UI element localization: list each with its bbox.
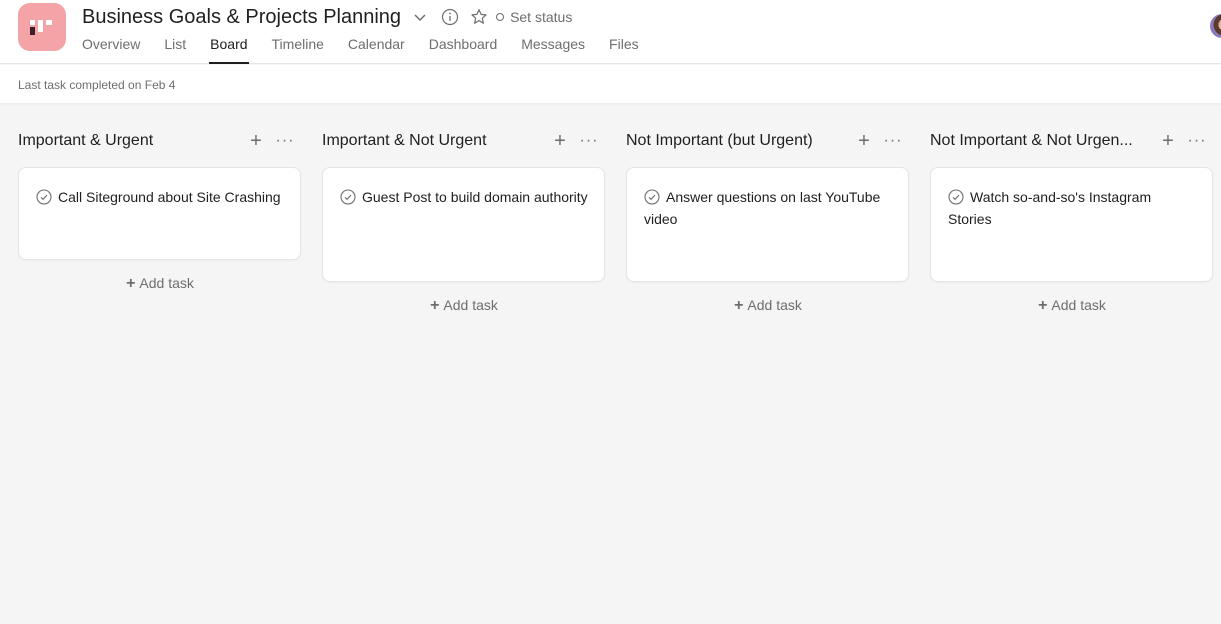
column-title[interactable]: Not Important & Not Urgen... [930, 132, 1133, 150]
task-name: Guest Post to build domain authority [362, 189, 588, 205]
add-task-label: Add task [443, 297, 498, 313]
add-task-button[interactable]: + Add task [626, 297, 910, 315]
more-options-icon[interactable]: ··· [1186, 129, 1208, 153]
task-name: Call Siteground about Site Crashing [58, 189, 281, 205]
add-task-button[interactable]: + Add task [930, 297, 1214, 315]
column-header: Important & Not Urgent + ··· [322, 129, 606, 153]
column-title[interactable]: Important & Urgent [18, 132, 153, 150]
user-avatar[interactable] [1210, 14, 1221, 38]
project-board-icon[interactable] [18, 3, 66, 51]
chevron-down-icon[interactable] [413, 10, 427, 24]
task-card[interactable]: Watch so-and-so's Instagram Stories [930, 167, 1213, 282]
more-options-icon[interactable]: ··· [882, 129, 904, 153]
tab-files[interactable]: Files [609, 36, 639, 64]
column-header: Not Important & Not Urgen... + ··· [930, 129, 1214, 153]
tab-board[interactable]: Board [209, 36, 249, 64]
plus-icon: + [126, 275, 136, 292]
star-icon[interactable] [470, 8, 488, 26]
tab-calendar[interactable]: Calendar [348, 36, 405, 64]
last-task-note: Last task completed on Feb 4 [18, 78, 176, 92]
add-icon[interactable]: + [550, 129, 570, 153]
add-icon[interactable]: + [1158, 129, 1178, 153]
task-card[interactable]: Call Siteground about Site Crashing [18, 167, 301, 260]
task-name: Answer questions on last YouTube video [644, 189, 881, 227]
set-status-label: Set status [510, 9, 573, 25]
add-task-button[interactable]: + Add task [322, 297, 606, 315]
status-dot-icon [496, 13, 505, 21]
more-options-icon[interactable]: ··· [274, 129, 296, 153]
tab-overview[interactable]: Overview [82, 36, 140, 64]
check-circle-icon[interactable] [36, 189, 52, 205]
add-task-button[interactable]: + Add task [18, 275, 302, 293]
tab-messages[interactable]: Messages [521, 36, 585, 64]
project-title: Business Goals & Projects Planning [82, 5, 402, 28]
column-title[interactable]: Important & Not Urgent [322, 132, 487, 150]
column-title[interactable]: Not Important (but Urgent) [626, 132, 813, 150]
add-icon[interactable]: + [854, 129, 874, 153]
add-task-label: Add task [139, 275, 194, 291]
board: Important & Urgent + ··· Call Siteground… [0, 107, 1221, 624]
tab-dashboard[interactable]: Dashboard [429, 36, 498, 64]
task-card[interactable]: Answer questions on last YouTube video [626, 167, 909, 282]
tab-list[interactable]: List [164, 36, 186, 64]
project-tabs: Overview List Board Timeline Calendar Da… [82, 36, 663, 64]
column-header: Important & Urgent + ··· [18, 129, 302, 153]
check-circle-icon[interactable] [948, 189, 964, 205]
add-icon[interactable]: + [246, 129, 266, 153]
task-card[interactable]: Guest Post to build domain authority [322, 167, 605, 282]
plus-icon: + [734, 297, 744, 314]
plus-icon: + [430, 297, 440, 314]
title-row: Business Goals & Projects Planning Set s… [82, 4, 572, 30]
check-circle-icon[interactable] [340, 189, 356, 205]
task-name: Watch so-and-so's Instagram Stories [948, 189, 1152, 227]
check-circle-icon[interactable] [644, 189, 660, 205]
project-header: Business Goals & Projects Planning Set s… [0, 0, 1221, 64]
set-status-button[interactable]: Set status [496, 9, 572, 25]
more-options-icon[interactable]: ··· [578, 129, 600, 153]
info-icon[interactable] [441, 8, 459, 26]
add-task-label: Add task [747, 297, 802, 313]
plus-icon: + [1038, 297, 1048, 314]
project-subbar: Last task completed on Feb 4 [0, 65, 1221, 103]
add-task-label: Add task [1051, 297, 1106, 313]
tab-timeline[interactable]: Timeline [272, 36, 324, 64]
column-header: Not Important (but Urgent) + ··· [626, 129, 910, 153]
